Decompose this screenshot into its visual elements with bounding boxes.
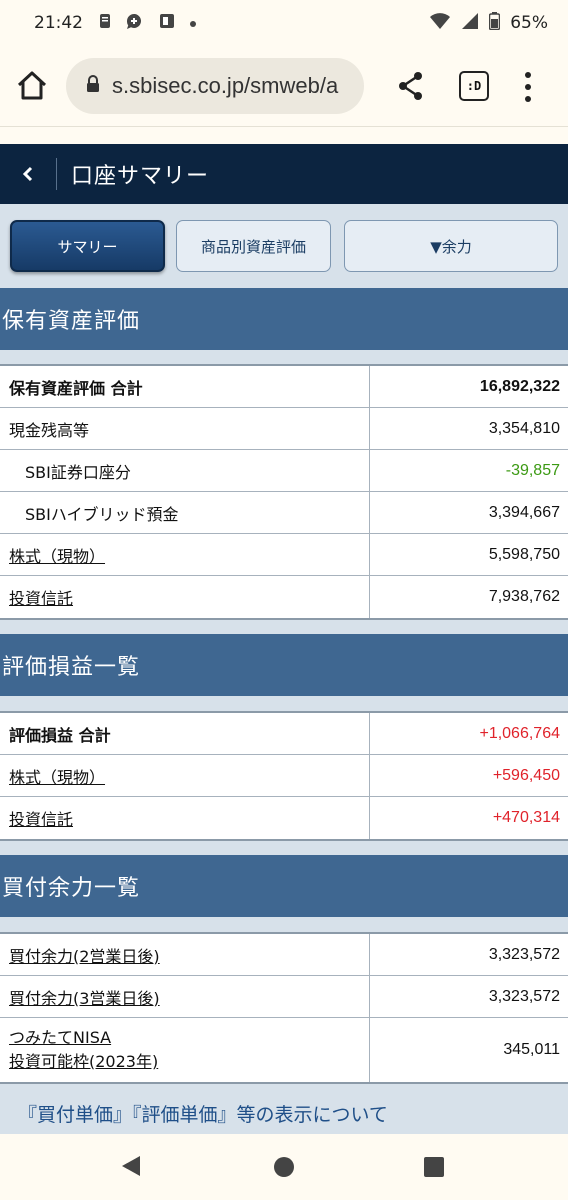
table-row: 現金残高等 3,354,810 <box>0 408 568 450</box>
table-row: 買付余力(2営業日後) 3,323,572 <box>0 934 568 976</box>
status-time: 21:42 <box>34 13 83 33</box>
home-button[interactable] <box>14 68 50 104</box>
section-title-buying-power: 買付余力一覧 <box>0 855 568 917</box>
nisa-label-line2: 投資可能枠(2023年) <box>9 1052 159 1071</box>
overflow-menu-button[interactable] <box>520 70 536 104</box>
page-title: 口座サマリー <box>71 164 210 189</box>
status-bar: 21:42 65% <box>0 0 568 46</box>
row-value: +1,066,764 <box>479 724 560 742</box>
lock-icon <box>86 75 100 97</box>
app-notification-icon <box>125 12 145 35</box>
back-triangle-icon <box>122 1156 140 1176</box>
nav-back-button[interactable] <box>120 1154 142 1182</box>
table-row: 投資信託 +470,314 <box>0 797 568 839</box>
row-value: 3,323,572 <box>488 987 560 1005</box>
share-icon <box>399 72 422 100</box>
tab-switcher-button[interactable]: :D <box>459 71 489 101</box>
battery-percent: 65% <box>510 13 548 33</box>
cell-signal-icon <box>461 12 479 35</box>
buying-power-table: 買付余力(2営業日後) 3,323,572 買付余力(3営業日後) 3,323,… <box>0 932 568 1084</box>
investment-trust-link[interactable]: 投資信託 <box>0 576 370 618</box>
browser-toolbar: s.sbisec.co.jp/smweb/a :D <box>0 46 568 126</box>
row-value: 3,394,667 <box>488 503 560 521</box>
row-value: +596,450 <box>492 766 560 784</box>
table-row: 投資信託 7,938,762 <box>0 576 568 618</box>
row-value: -39,857 <box>505 461 560 479</box>
tab-summary[interactable]: サマリー <box>10 220 165 272</box>
table-row: つみたてNISA 投資可能枠(2023年) 345,011 <box>0 1018 568 1082</box>
buying-power-2day-link[interactable]: 買付余力(2営業日後) <box>0 934 370 975</box>
pnl-table: 評価損益 合計 +1,066,764 株式（現物） +596,450 投資信託 … <box>0 711 568 841</box>
row-label: 評価損益 合計 <box>0 713 370 754</box>
share-button[interactable] <box>396 70 426 102</box>
table-row: SBI証券口座分 -39,857 <box>0 450 568 492</box>
table-row: 買付余力(3営業日後) 3,323,572 <box>0 976 568 1018</box>
row-value: 5,598,750 <box>488 545 560 563</box>
back-button[interactable] <box>0 144 56 204</box>
more-notifications-dot-icon <box>189 13 197 33</box>
nav-recents-button[interactable] <box>424 1157 444 1177</box>
notes-notification-icon <box>159 13 175 34</box>
row-value: 16,892,322 <box>479 377 560 395</box>
app-header: 口座サマリー <box>0 144 568 204</box>
table-row: SBIハイブリッド預金 3,394,667 <box>0 492 568 534</box>
investment-trust-pnl-link[interactable]: 投資信託 <box>0 797 370 839</box>
table-row: 保有資産評価 合計 16,892,322 <box>0 366 568 408</box>
tab-buying-power[interactable]: ▼余力 <box>344 220 558 272</box>
tab-bar: サマリー 商品別資産評価 ▼余力 <box>0 204 568 288</box>
address-bar[interactable]: s.sbisec.co.jp/smweb/a <box>66 58 364 114</box>
row-value: 3,354,810 <box>488 419 560 437</box>
more-vert-icon <box>525 72 531 102</box>
table-row: 株式（現物） +596,450 <box>0 755 568 797</box>
row-label: SBIハイブリッド預金 <box>0 492 370 533</box>
phone-notification-icon <box>99 13 111 34</box>
row-value: +470,314 <box>492 809 560 826</box>
chevron-left-icon <box>22 166 33 182</box>
buying-power-3day-link[interactable]: 買付余力(3営業日後) <box>0 976 370 1017</box>
row-value: 3,323,572 <box>488 945 560 963</box>
row-label: 保有資産評価 合計 <box>0 366 370 407</box>
url-text: s.sbisec.co.jp/smweb/a <box>112 73 339 98</box>
system-nav-bar <box>0 1134 568 1200</box>
tab-asset-evaluation[interactable]: 商品別資産評価 <box>176 220 331 272</box>
nav-home-button[interactable] <box>274 1157 294 1177</box>
row-value: 7,938,762 <box>488 588 560 605</box>
section-title-pnl: 評価損益一覧 <box>0 634 568 696</box>
home-icon <box>17 71 47 100</box>
row-label: SBI証券口座分 <box>0 450 370 491</box>
table-row: 株式（現物） 5,598,750 <box>0 534 568 576</box>
row-value: 345,011 <box>503 1041 560 1058</box>
wifi-icon <box>429 12 451 35</box>
section-title-holdings: 保有資産評価 <box>0 288 568 350</box>
nisa-limit-link[interactable]: つみたてNISA 投資可能枠(2023年) <box>0 1018 370 1082</box>
price-display-info-link[interactable]: 『買付単価』『評価単価』等の表示について <box>18 1100 388 1127</box>
row-label: 現金残高等 <box>0 408 370 449</box>
nisa-label-line1: つみたてNISA <box>9 1028 112 1047</box>
stocks-link[interactable]: 株式（現物） <box>0 534 370 575</box>
table-row: 評価損益 合計 +1,066,764 <box>0 713 568 755</box>
stocks-pnl-link[interactable]: 株式（現物） <box>0 755 370 796</box>
holdings-table: 保有資産評価 合計 16,892,322 現金残高等 3,354,810 SBI… <box>0 364 568 620</box>
battery-icon <box>488 11 501 35</box>
